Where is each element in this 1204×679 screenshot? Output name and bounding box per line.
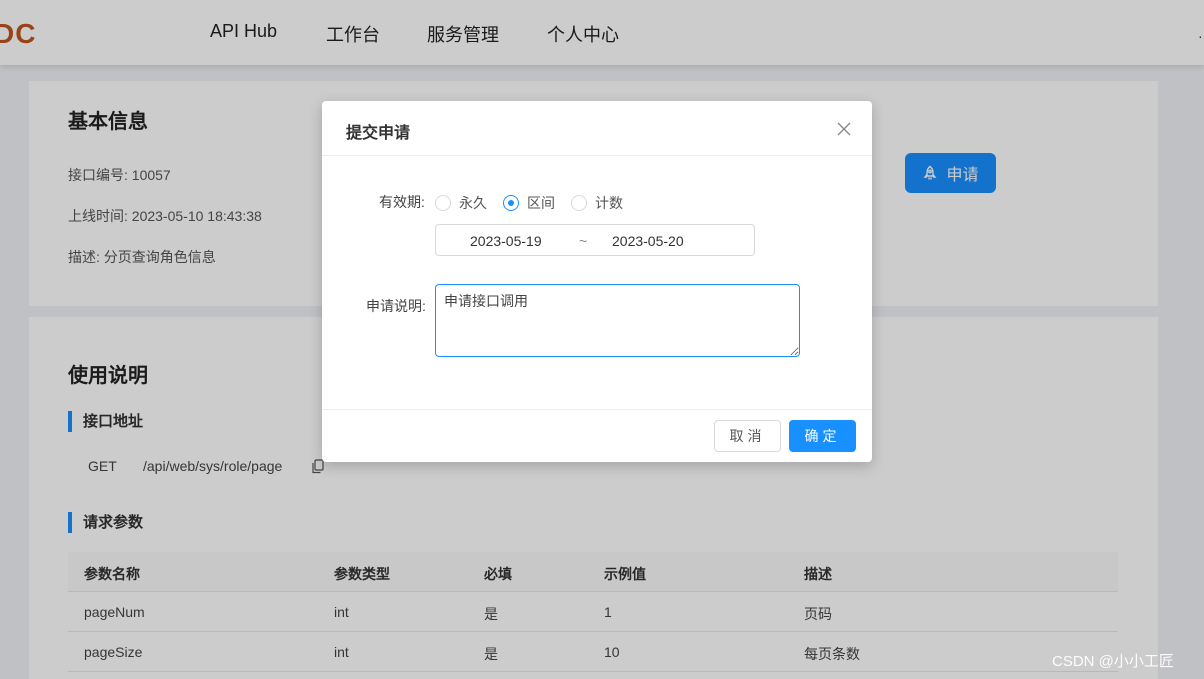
range-end-date[interactable]: 2023-05-20	[612, 233, 684, 249]
radio-label: 永久	[459, 195, 487, 211]
application-desc-textarea[interactable]: 申请接口调用	[435, 284, 800, 357]
radio-circle-selected	[503, 195, 519, 211]
dialog-title: 提交申请	[346, 125, 411, 142]
confirm-button[interactable]: 确定	[789, 420, 856, 452]
dialog-header: 提交申请	[322, 101, 872, 156]
validity-label: 有效期:	[379, 194, 425, 210]
range-separator: ~	[579, 233, 588, 249]
date-range-picker[interactable]: 2023-05-19 ~ 2023-05-20	[435, 224, 755, 256]
dialog-footer: 取消 确定	[322, 409, 872, 462]
cancel-button[interactable]: 取消	[714, 420, 781, 452]
watermark: CSDN @小小工匠	[1052, 653, 1174, 670]
radio-permanent[interactable]: 永久	[435, 193, 487, 213]
submit-application-dialog: 提交申请 有效期: 永久 区间 计数 2023-05-19 ~ 2023-05-…	[322, 101, 872, 462]
radio-circle	[571, 195, 587, 211]
radio-label: 计数	[595, 195, 623, 211]
close-icon[interactable]	[836, 121, 852, 137]
radio-circle	[435, 195, 451, 211]
application-desc-label: 申请说明:	[366, 298, 426, 314]
radio-label: 区间	[527, 195, 555, 211]
radio-count[interactable]: 计数	[571, 193, 623, 213]
range-start-date[interactable]: 2023-05-19	[470, 233, 542, 249]
radio-interval[interactable]: 区间	[503, 193, 555, 213]
